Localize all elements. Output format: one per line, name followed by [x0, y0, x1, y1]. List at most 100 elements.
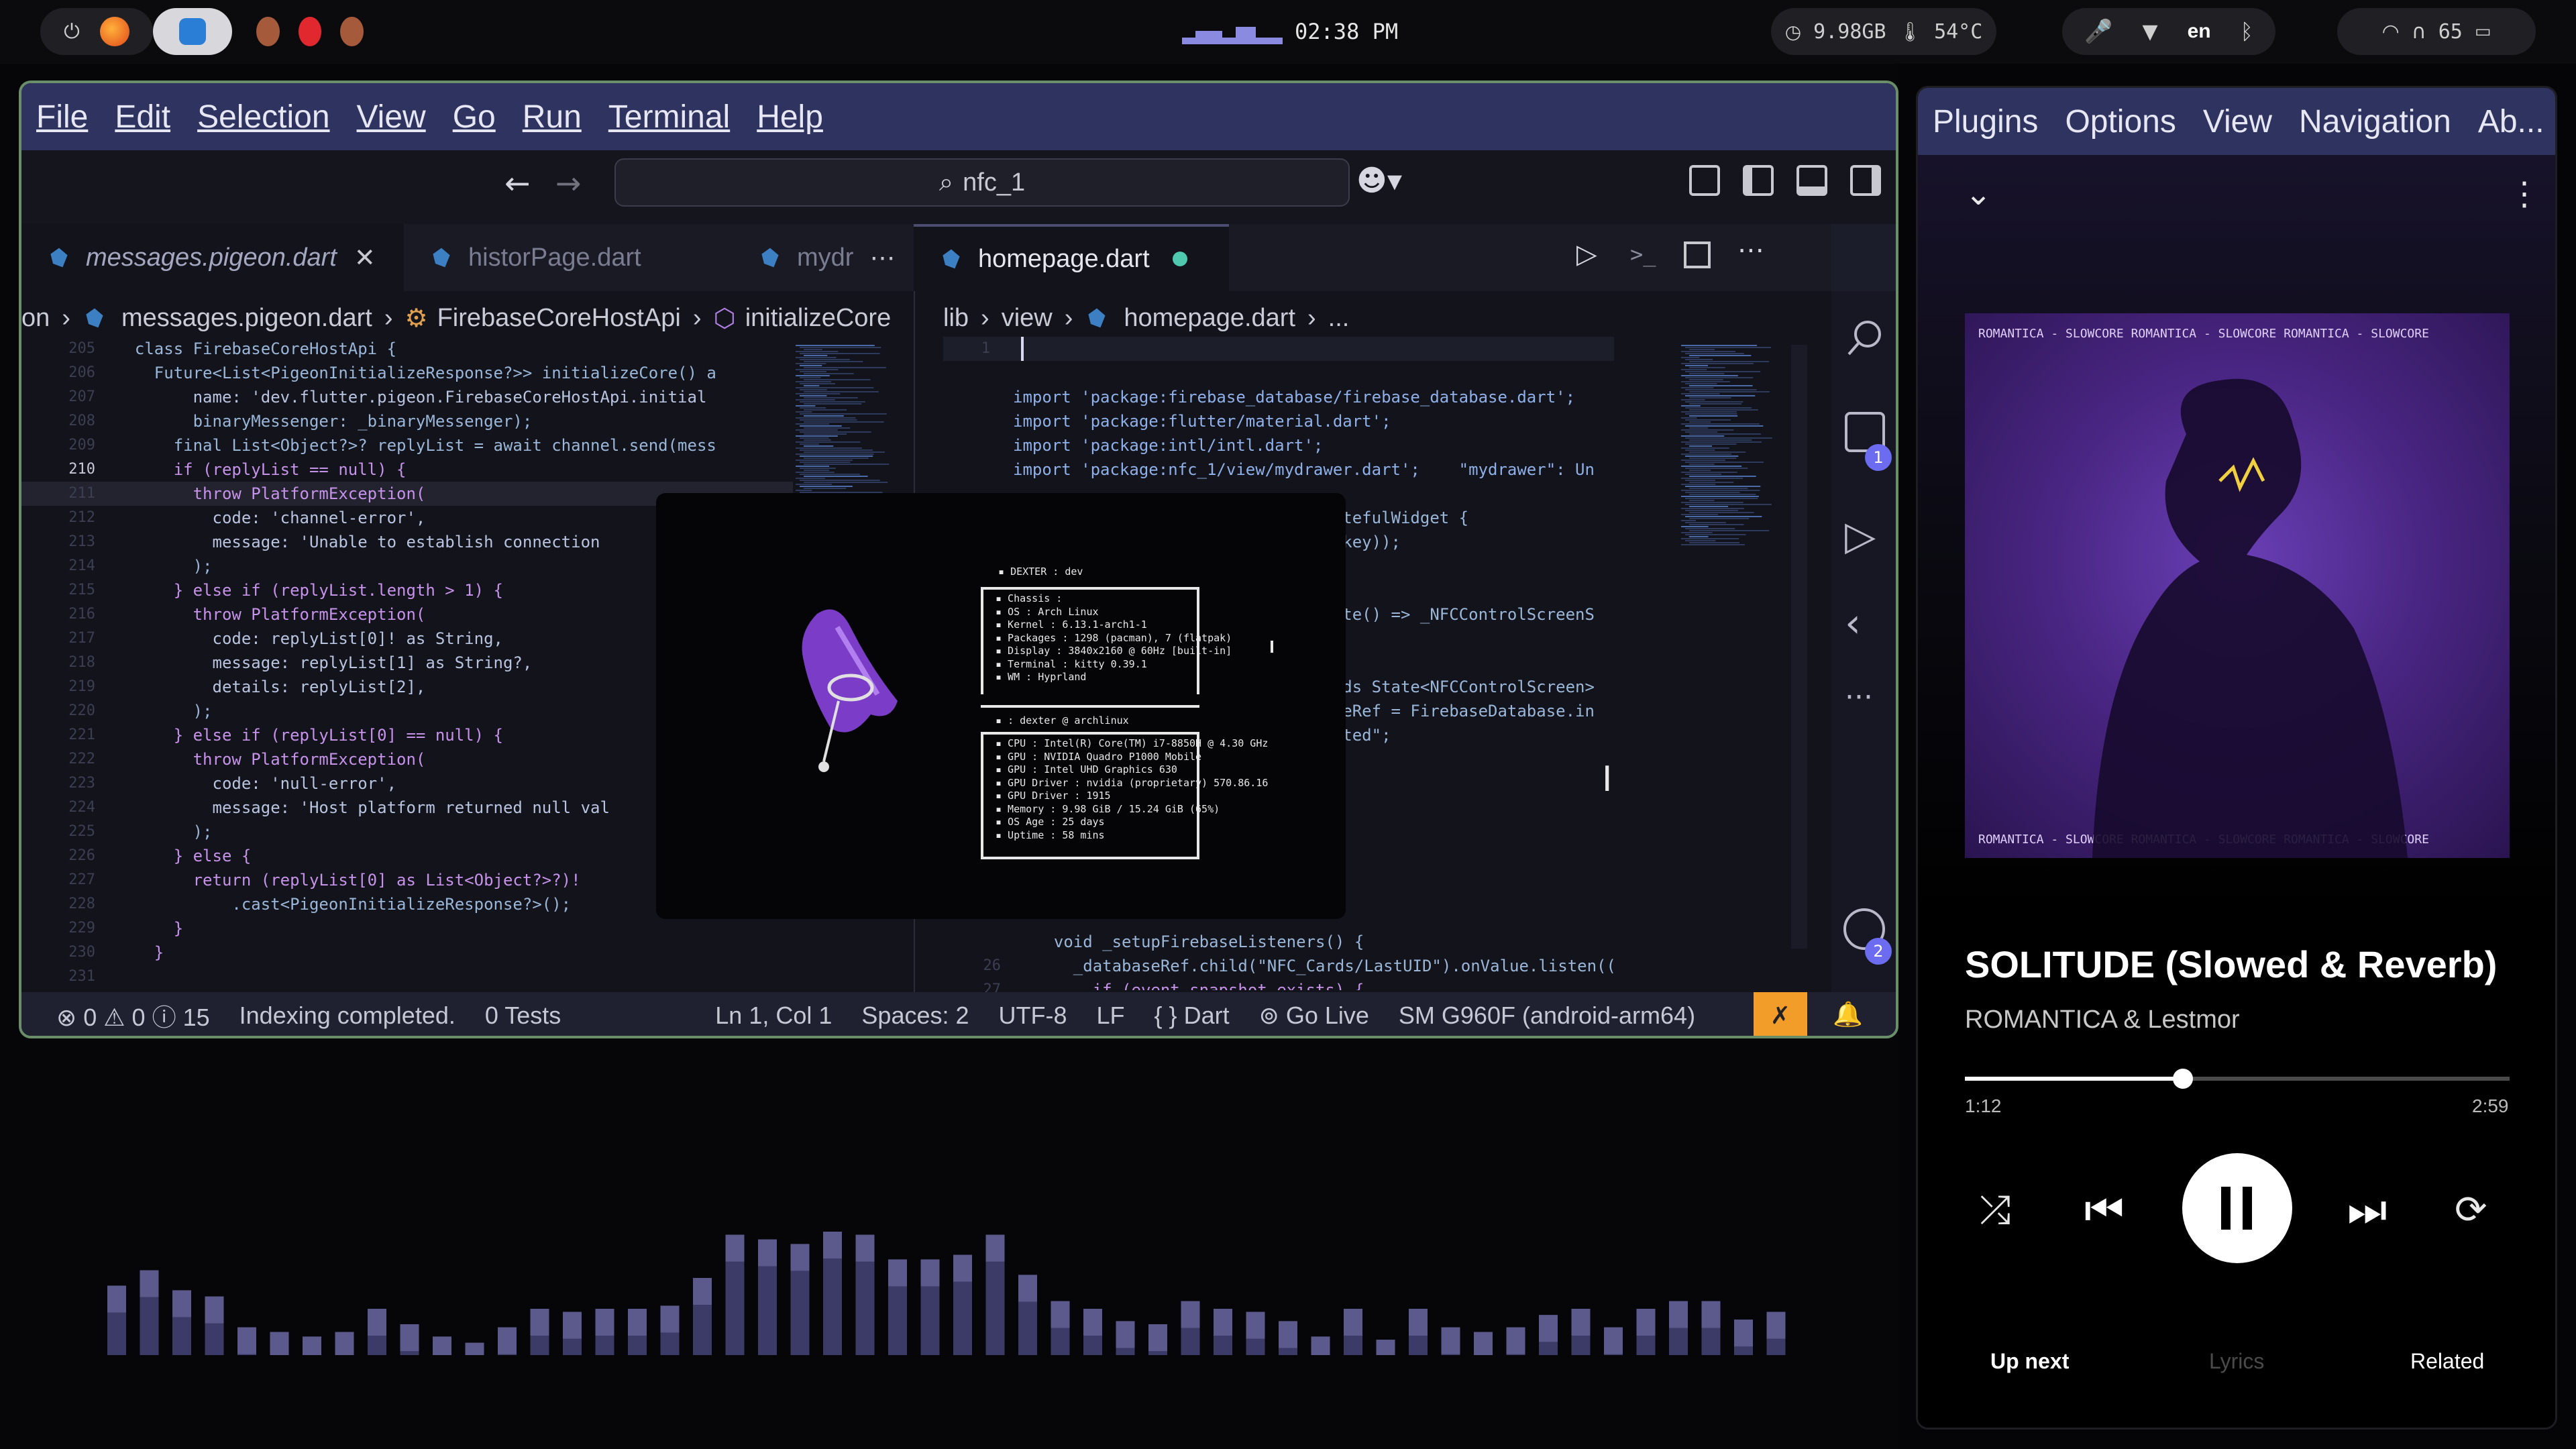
breadcrumb-item[interactable]: initializeCore [745, 304, 892, 333]
forward-arrow-icon[interactable]: → [555, 165, 582, 201]
flutter-icon[interactable]: ‹ [1845, 600, 1861, 647]
pause-button[interactable] [2182, 1153, 2292, 1263]
input-pill[interactable]: 🎤 ▼ en ᛒ [2062, 8, 2275, 55]
youtube-music-icon[interactable] [298, 17, 322, 46]
previous-track-icon[interactable]: ⏮ [2084, 1184, 2124, 1237]
visualizer-bar-cap [1604, 1327, 1623, 1354]
menu-help[interactable]: Help [757, 99, 823, 136]
power-icon[interactable]: ⏻ [64, 20, 80, 44]
more-actions-icon[interactable]: ⋯ [869, 243, 895, 273]
microphone-icon[interactable]: 🎤 [2084, 18, 2112, 45]
menu-options[interactable]: Options [2065, 103, 2176, 140]
terminal-fastfetch-window[interactable]: ▪ DEXTER : dev ▪ Chassis : ▪ OS : Arch Li… [656, 493, 1346, 919]
copilot-icon[interactable]: ☻▾ [1356, 164, 1402, 198]
encoding[interactable]: UTF-8 [999, 1002, 1067, 1030]
menu-about[interactable]: Ab... [2478, 103, 2544, 140]
menu-terminal[interactable]: Terminal [608, 99, 730, 136]
power-firefox-pill[interactable]: ⏻ [40, 8, 153, 55]
scrollbar-right[interactable] [1791, 345, 1807, 949]
problems-indicator[interactable]: ⊗ 0 ⚠ 0 ⓘ 15 [56, 998, 210, 1033]
shuffle-icon[interactable]: ⤮ [1980, 1187, 2010, 1233]
tab-homepage[interactable]: homepage.dart [914, 224, 1229, 291]
clock[interactable]: 02:38 PM [1295, 19, 1398, 44]
go-live[interactable]: ⊚ Go Live [1259, 1002, 1369, 1030]
bluetooth-icon[interactable]: ᛒ [2241, 19, 2253, 44]
chevron-down-icon[interactable]: ⌄ [1965, 175, 1992, 213]
next-track-icon[interactable]: ⏭ [2347, 1184, 2387, 1237]
bell-icon[interactable]: 🔔 [1833, 1000, 1863, 1028]
run-icon[interactable]: ▷ [1576, 239, 1597, 270]
command-center-search[interactable]: ⌕ nfc_1 [614, 158, 1350, 207]
wifi-signal-icon[interactable]: ◠ [2382, 20, 2400, 44]
network-audio-pill[interactable]: ◠ ∩ 65 ▭ [2337, 8, 2536, 55]
more-options-icon[interactable]: ⋮ [2508, 175, 2540, 213]
indexing-status[interactable]: Indexing completed. [239, 1002, 455, 1030]
volume-level[interactable]: 65 [2438, 20, 2463, 44]
language-mode[interactable]: { } Dart [1155, 1002, 1230, 1030]
breadcrumb-item[interactable]: view [1002, 304, 1053, 333]
tests-status[interactable]: 0 Tests [485, 1002, 561, 1030]
copilot-disabled-icon[interactable]: ✗ [1754, 992, 1807, 1036]
minimap-right[interactable] [1678, 345, 1779, 989]
repeat-icon[interactable]: ⟳ [2455, 1187, 2487, 1232]
breadcrumb-item[interactable]: homepage.dart [1124, 304, 1295, 333]
menu-file[interactable]: File [36, 99, 88, 136]
tab-up-next[interactable]: Up next [1990, 1349, 2069, 1374]
keyboard-language[interactable]: en [2188, 20, 2211, 43]
close-icon[interactable]: ✕ [354, 243, 376, 273]
headphones-icon[interactable]: ∩ [2412, 20, 2426, 44]
fastfetch-line: ▪ Memory : 9.98 GiB / 15.24 GiB (65%) [996, 802, 1220, 815]
breadcrumb-item[interactable]: messages.pigeon.dart [121, 304, 372, 333]
code-line: _databaseRef.child("NFC_Cards/LastUID").… [1034, 957, 1616, 975]
wifi-icon[interactable]: ▼ [2143, 20, 2158, 44]
run-debug-icon[interactable]: ▷ [1845, 513, 1876, 559]
line-number: 216 [68, 606, 95, 623]
breadcrumb-item[interactable]: FirebaseCoreHostApi [437, 304, 681, 333]
battery-icon[interactable]: ▭ [2475, 21, 2491, 42]
tab-history-page[interactable]: historPage.dart [404, 224, 733, 291]
terminal-app-icon[interactable] [256, 17, 280, 46]
system-stats-pill[interactable]: ◷ 9.98GB 🌡 54°C [1771, 8, 1996, 55]
terminal-icon[interactable]: >_ [1630, 241, 1656, 267]
tab-related[interactable]: Related [2410, 1349, 2484, 1374]
dart-file-icon [761, 248, 779, 268]
terminal-app-icon-2[interactable] [340, 17, 364, 46]
more-actions-icon[interactable]: ⋯ [1737, 235, 1764, 266]
menu-run[interactable]: Run [523, 99, 582, 136]
progress-thumb[interactable] [2172, 1069, 2193, 1089]
tab-lyrics[interactable]: Lyrics [2209, 1349, 2264, 1374]
more-views-icon[interactable]: ··· [1845, 680, 1873, 714]
code-right-bottom[interactable]: void _setupFirebaseListeners() { _databa… [1034, 930, 1699, 990]
breadcrumb-item[interactable]: ... [1328, 304, 1350, 333]
menu-selection[interactable]: Selection [197, 99, 329, 136]
menu-navigation[interactable]: Navigation [2299, 103, 2451, 140]
tab-mydrawer[interactable]: mydr ⋯ [733, 224, 914, 291]
toggle-secondary-sidebar-icon[interactable] [1850, 165, 1881, 196]
customize-layout-icon[interactable] [1689, 165, 1720, 196]
menu-edit[interactable]: Edit [115, 99, 170, 136]
split-editor-icon[interactable] [1684, 241, 1711, 268]
end-of-line[interactable]: LF [1097, 1002, 1125, 1030]
vscode-pill[interactable] [153, 8, 232, 55]
track-artist[interactable]: ROMANTICA & Lestmor [1965, 1006, 2240, 1034]
menu-view[interactable]: View [2203, 103, 2272, 140]
toggle-sidebar-icon[interactable] [1743, 165, 1774, 196]
flutter-device[interactable]: SM G960F (android-arm64) [1399, 1002, 1695, 1030]
menu-view[interactable]: View [357, 99, 426, 136]
breadcrumb-item[interactable]: lib [943, 304, 969, 333]
minimap-line [1681, 417, 1697, 419]
toggle-panel-icon[interactable] [1796, 165, 1827, 196]
back-arrow-icon[interactable]: ← [504, 165, 531, 201]
firefox-icon[interactable] [99, 17, 129, 46]
class-icon: ⚙ [405, 304, 428, 333]
tab-messages-pigeon[interactable]: messages.pigeon.dart ✕ [21, 224, 404, 291]
vscode-icon[interactable] [179, 18, 206, 45]
warning-icon: ⚠ [103, 1004, 125, 1031]
cursor-position[interactable]: Ln 1, Col 1 [715, 1002, 832, 1030]
search-icon[interactable] [1845, 318, 1885, 358]
breadcrumb-item[interactable]: on [21, 304, 50, 333]
youtube-music-window[interactable]: Plugins Options View Navigation Ab... ⌄ … [1916, 86, 2557, 1430]
indentation[interactable]: Spaces: 2 [861, 1002, 969, 1030]
menu-plugins[interactable]: Plugins [1933, 103, 2038, 140]
menu-go[interactable]: Go [453, 99, 496, 136]
